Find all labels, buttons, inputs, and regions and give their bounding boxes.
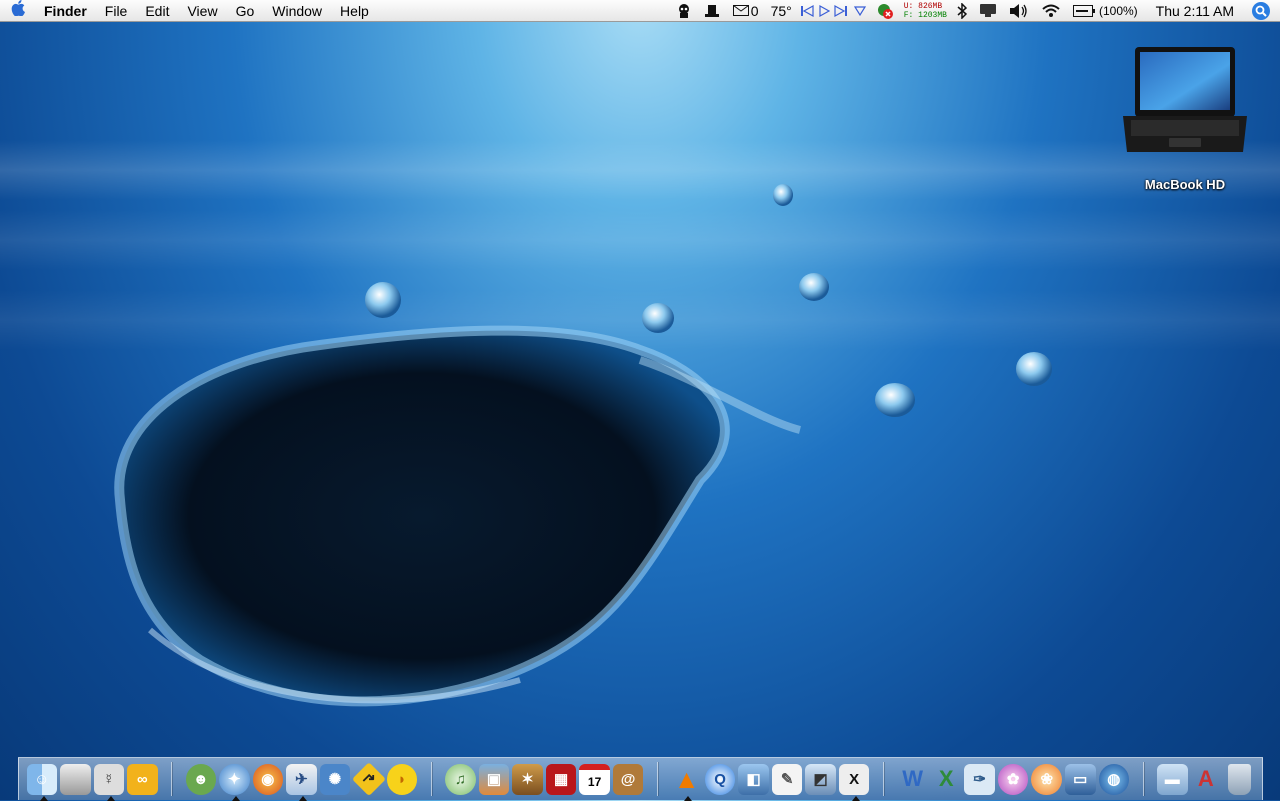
finder-icon[interactable]: ☺ xyxy=(26,763,58,801)
menu-edit[interactable]: Edit xyxy=(136,0,178,22)
apple-menu-icon[interactable] xyxy=(0,0,36,21)
menu-window[interactable]: Window xyxy=(263,0,331,22)
volume-icon[interactable] xyxy=(1003,3,1035,19)
address-book-icon[interactable]: @ xyxy=(612,763,644,795)
itunes-previous-icon[interactable] xyxy=(798,4,816,17)
duck-app-icon[interactable]: ◗ xyxy=(386,763,418,795)
preview-icon[interactable]: ◩ xyxy=(805,763,836,795)
screen-sharing-icon[interactable]: ◧ xyxy=(738,763,769,795)
trash-icon[interactable] xyxy=(1227,763,1252,795)
excel-icon[interactable]: X xyxy=(931,764,962,795)
magic-hat-icon[interactable] xyxy=(697,3,727,19)
adium-icon[interactable]: ☿ xyxy=(93,763,125,801)
menu-go[interactable]: Go xyxy=(227,0,264,22)
desktop-background xyxy=(0,0,1280,800)
dock-separator xyxy=(882,762,884,796)
safari-icon[interactable]: ✦ xyxy=(219,763,250,801)
word-icon[interactable]: W xyxy=(897,764,928,795)
folder-icon[interactable]: ▬ xyxy=(1157,763,1188,795)
memory-used: U: 826MB xyxy=(903,1,943,11)
dock: ☺ ☿ ∞ ☻ ✦ ◉ ✈ ✺ ↱ ◗ ♫ ▣ ✶ ▦ 17 @ ▲ Q ◧ ✎… xyxy=(18,757,1263,801)
itunes-next-icon[interactable] xyxy=(832,4,850,17)
temperature-readout[interactable]: 75° xyxy=(765,3,798,19)
menu-clock[interactable]: Thu 2:11 AM xyxy=(1144,3,1246,19)
growl-status-icon[interactable] xyxy=(870,2,900,20)
vlc-icon[interactable]: ▲ xyxy=(671,764,702,801)
photo-booth-icon[interactable]: ▦ xyxy=(545,763,577,795)
alien-app-icon[interactable]: ☻ xyxy=(185,763,217,795)
battery-icon xyxy=(1072,4,1095,17)
battery-status[interactable]: (100%) xyxy=(1067,4,1144,18)
comic-app-icon[interactable]: ✑ xyxy=(964,763,995,795)
menu-app-name[interactable]: Finder xyxy=(36,0,96,22)
memory-free: F: 1203MB xyxy=(903,10,947,20)
bluetooth-icon[interactable] xyxy=(951,2,973,19)
spotlight-icon[interactable] xyxy=(1252,1,1270,20)
laptop-icon xyxy=(1120,44,1250,159)
caution-app-icon[interactable]: ↱ xyxy=(351,762,386,796)
blue-app-icon[interactable]: ✺ xyxy=(319,763,351,795)
desktop-icon-label: MacBook HD xyxy=(1144,177,1226,192)
textedit-icon[interactable]: ✎ xyxy=(771,763,803,795)
imovie-icon[interactable]: ✶ xyxy=(512,763,543,795)
quicktime-icon[interactable]: Q xyxy=(704,763,736,795)
itunes-play-icon[interactable] xyxy=(816,4,832,17)
apple-app-icon[interactable] xyxy=(60,763,91,795)
google-earth-icon[interactable]: ◍ xyxy=(1098,763,1130,795)
pinwheel-app-icon[interactable]: ✿ xyxy=(997,763,1029,795)
mail-status[interactable]: 0 xyxy=(727,3,765,19)
iphoto-icon[interactable]: ▣ xyxy=(478,763,510,795)
memory-monitor[interactable]: U: 826MB F: 1203MB xyxy=(900,2,951,20)
display-mirroring-icon[interactable] xyxy=(973,3,1003,18)
menu-view[interactable]: View xyxy=(178,0,226,22)
envelope-icon xyxy=(732,5,749,16)
itunes-icon[interactable]: ♫ xyxy=(445,763,476,795)
ical-icon[interactable]: 17 xyxy=(579,763,610,795)
mail-count: 0 xyxy=(750,2,759,19)
menu-help[interactable]: Help xyxy=(331,0,378,22)
dock-separator xyxy=(430,762,432,796)
flower-app-icon[interactable]: ❀ xyxy=(1031,763,1062,795)
water-splash-image xyxy=(114,184,1052,707)
battery-percent: (100%) xyxy=(1098,3,1138,18)
alien-status-icon[interactable] xyxy=(671,3,697,19)
dock-separator xyxy=(656,762,658,796)
keynote-icon[interactable]: ▭ xyxy=(1064,763,1096,795)
dock-separator xyxy=(171,762,173,796)
app-ring-icon[interactable]: ∞ xyxy=(127,763,158,795)
x11-icon[interactable]: X xyxy=(838,763,870,801)
firefox-icon[interactable]: ◉ xyxy=(252,763,284,795)
mail-icon[interactable]: ✈ xyxy=(286,763,317,801)
wifi-icon[interactable] xyxy=(1035,3,1067,18)
desktop-icon-macbook-hd[interactable]: MacBook HD xyxy=(1120,44,1250,192)
menu-bar: Finder File Edit View Go Window Help 0 7… xyxy=(0,0,1280,22)
itunes-menu-icon[interactable] xyxy=(850,5,870,16)
applications-icon[interactable]: A xyxy=(1191,764,1222,795)
menu-file[interactable]: File xyxy=(96,0,137,22)
dock-separator xyxy=(1142,762,1144,796)
